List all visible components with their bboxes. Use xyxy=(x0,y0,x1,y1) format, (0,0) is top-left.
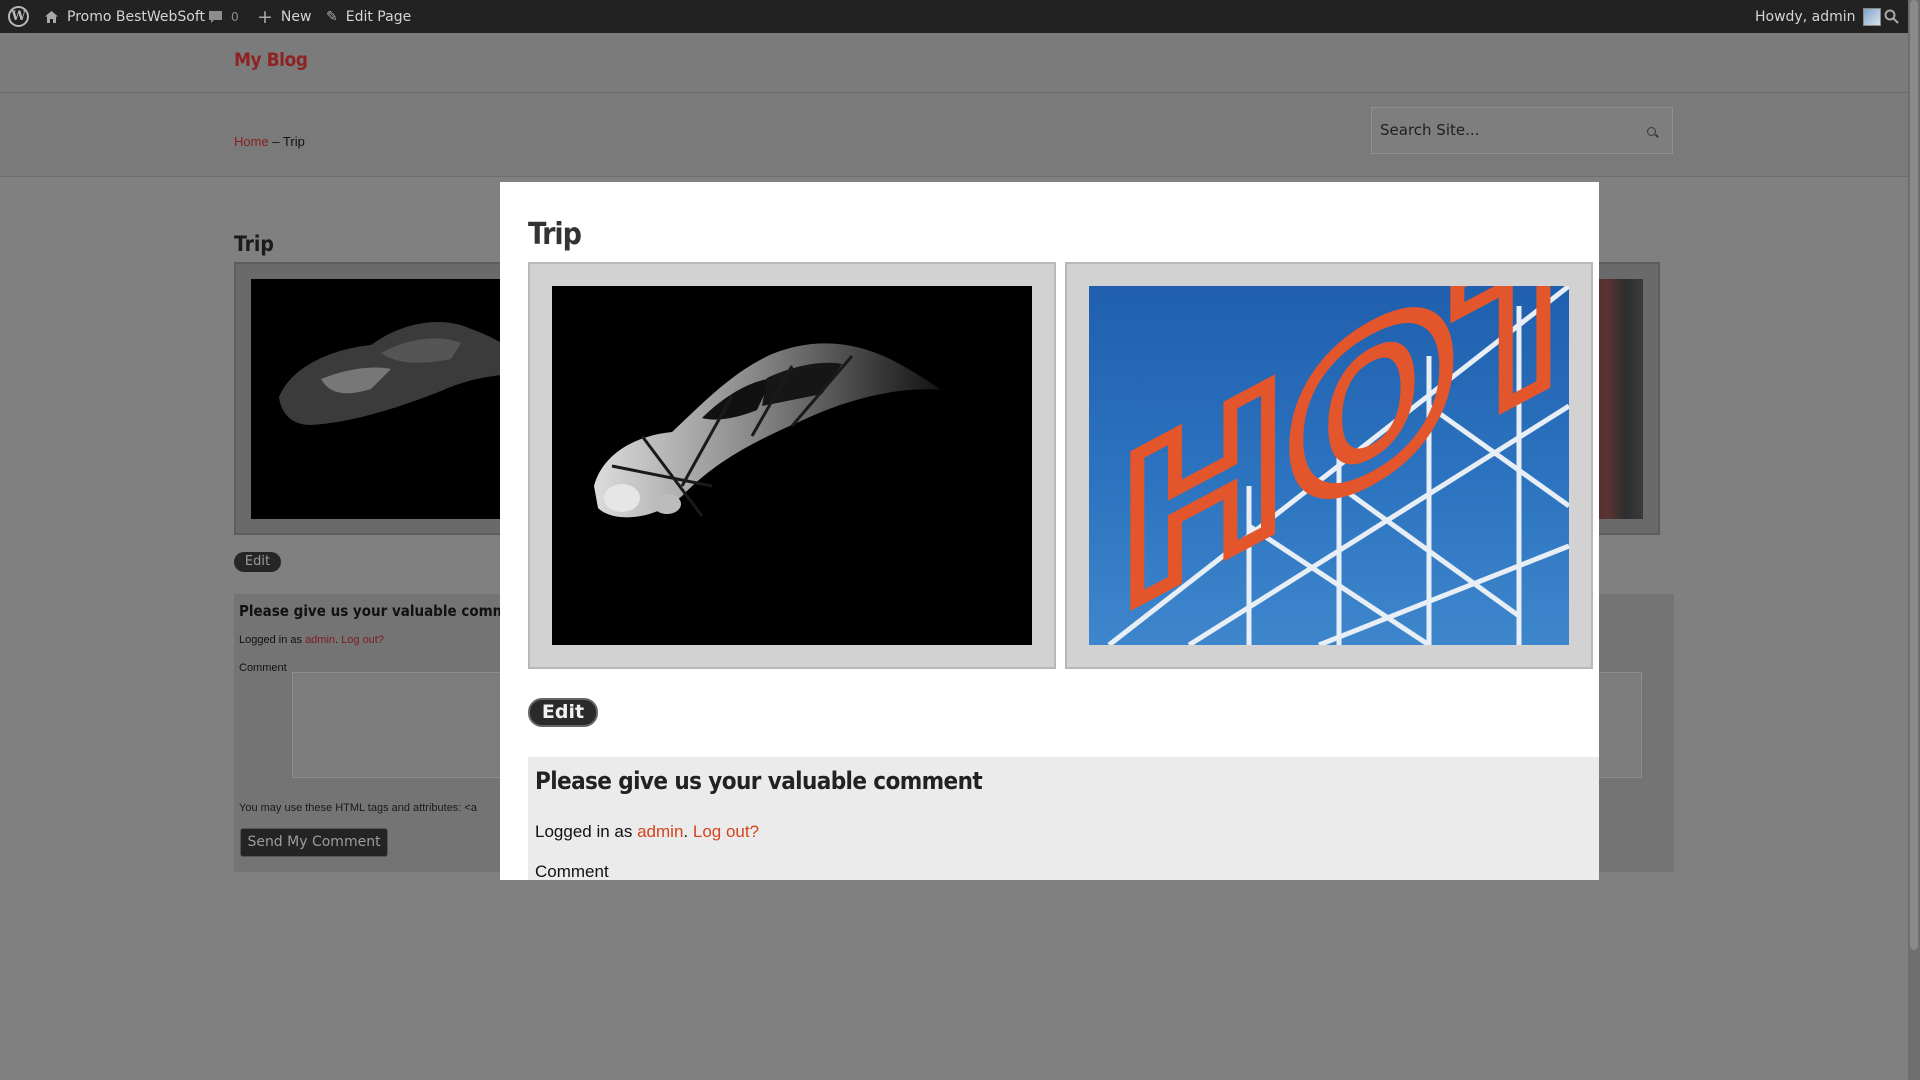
admin-bar-comments[interactable]: 0 xyxy=(208,0,239,33)
breadcrumb-separator: – xyxy=(268,134,283,149)
page-edit-button[interactable]: Edit xyxy=(234,552,281,572)
site-title[interactable]: My Blog xyxy=(234,49,308,71)
allowed-tags-hint: You may use these HTML tags and attribut… xyxy=(239,802,477,814)
modal-logged-in-text: Logged in as admin. Log out? xyxy=(535,822,759,842)
car-photo xyxy=(552,286,1032,645)
comments-count: 0 xyxy=(231,9,239,24)
admin-bar-search[interactable] xyxy=(1884,0,1899,33)
modal-logout-link[interactable]: Log out? xyxy=(693,822,759,841)
modal-title: Trip xyxy=(528,217,582,252)
plus-icon: + xyxy=(257,5,273,28)
breadcrumb: Home – Trip xyxy=(234,134,305,149)
send-comment-button[interactable]: Send My Comment xyxy=(240,828,388,857)
modal-edit-button[interactable]: Edit xyxy=(528,698,598,727)
admin-bar-account[interactable]: Howdy, admin xyxy=(1755,0,1882,33)
page-comment-heading: Please give us your valuable comment xyxy=(239,602,532,620)
page-title: Trip xyxy=(234,232,274,256)
modal-logged-separator: . xyxy=(683,822,693,841)
preview-modal: Trip HOTE Edit Please give us your valua… xyxy=(500,182,1599,880)
howdy-text: Howdy, admin xyxy=(1755,8,1856,25)
admin-link[interactable]: admin xyxy=(305,634,335,646)
pencil-icon: ✎ xyxy=(326,8,338,25)
wordpress-logo-icon[interactable]: W xyxy=(8,6,29,27)
logout-link[interactable]: Log out? xyxy=(341,634,384,646)
search-submit-icon[interactable] xyxy=(1647,127,1656,136)
car-illustration xyxy=(594,343,942,518)
modal-comment-label: Comment xyxy=(535,862,609,880)
avatar xyxy=(1863,7,1882,26)
admin-bar-new[interactable]: + New xyxy=(257,0,311,33)
site-header: My Blog xyxy=(0,33,1908,93)
breadcrumb-home-link[interactable]: Home xyxy=(234,134,269,149)
home-icon xyxy=(45,10,58,23)
page-logged-in-text: Logged in as admin. Log out? xyxy=(239,634,384,646)
breadcrumb-current: Trip xyxy=(282,134,305,149)
modal-gallery-item-hotel[interactable]: HOTE xyxy=(1065,262,1593,669)
subheader: Home – Trip xyxy=(0,93,1908,177)
scrollbar-thumb[interactable] xyxy=(1910,0,1918,950)
admin-bar-site-link[interactable]: Promo BestWebSoft xyxy=(44,0,205,33)
page-scrollbar[interactable] xyxy=(1908,0,1920,1080)
modal-admin-link[interactable]: admin xyxy=(637,822,683,841)
modal-logged-prefix: Logged in as xyxy=(535,822,638,841)
modal-comment-heading: Please give us your valuable comment xyxy=(535,767,983,795)
admin-bar: W Promo BestWebSoft 0 + New ✎ Edit Page … xyxy=(0,0,1908,33)
hotel-sign-illustration: HOTE xyxy=(1107,286,1569,645)
modal-gallery-item-car[interactable] xyxy=(528,262,1056,669)
search-input[interactable] xyxy=(1380,118,1630,142)
logged-prefix: Logged in as xyxy=(239,634,306,646)
comment-label: Comment xyxy=(239,662,287,674)
admin-bar-edit-page-label: Edit Page xyxy=(345,8,412,25)
admin-bar-edit-page[interactable]: ✎ Edit Page xyxy=(326,0,411,33)
comment-bubble-icon xyxy=(209,10,222,23)
modal-comment-section: Please give us your valuable comment Log… xyxy=(528,757,1599,880)
site-search xyxy=(1371,107,1673,154)
hotel-sign-photo: HOTE xyxy=(1089,286,1569,645)
admin-bar-new-label: New xyxy=(280,8,312,25)
admin-bar-site-name: Promo BestWebSoft xyxy=(67,8,206,25)
search-icon xyxy=(1884,9,1899,24)
